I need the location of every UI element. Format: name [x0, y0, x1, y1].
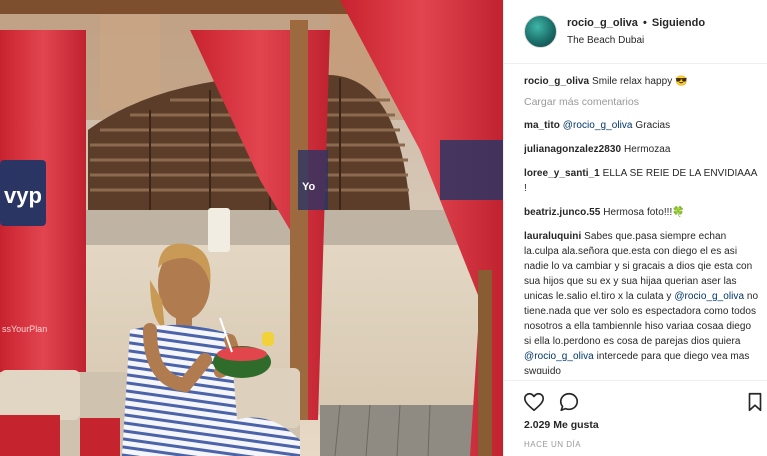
- avatar[interactable]: [524, 15, 557, 48]
- comment-mention[interactable]: @rocio_g_oliva: [524, 351, 594, 362]
- comment-text: Hermozaa: [623, 144, 671, 155]
- comment-item: ma_tito @rocio_g_oliva Gracias: [524, 118, 760, 133]
- caption-username[interactable]: rocio_g_oliva: [524, 76, 589, 87]
- header-separator: •: [642, 17, 647, 29]
- header-username[interactable]: rocio_g_oliva: [567, 17, 638, 29]
- follow-status-button[interactable]: Siguiendo: [652, 17, 705, 29]
- comment-username[interactable]: beatriz.junco.55: [524, 207, 600, 218]
- comment-item: julianagonzalez2830 Hermozaa: [524, 142, 760, 157]
- post-actions-bar: 2.029 Me gusta HACE UN DÍA: [504, 380, 767, 456]
- likes-count[interactable]: 2.029 Me gusta: [524, 419, 599, 431]
- comment-text: Gracias: [632, 120, 671, 131]
- caption: rocio_g_oliva Smile relax happy 😎: [524, 74, 760, 89]
- comment-username[interactable]: lauraluquini: [524, 231, 581, 242]
- comment-text: Hermosa foto!!!🍀: [603, 207, 685, 218]
- banner-slogan-text: ssYourPlan: [2, 324, 47, 334]
- load-more-comments-link[interactable]: Cargar más comentarios: [524, 96, 760, 108]
- post-side-panel: rocio_g_oliva • Siguiendo The Beach Duba…: [503, 0, 767, 456]
- header-user-line: rocio_g_oliva • Siguiendo: [567, 17, 705, 29]
- banner-brand-text: vyp: [4, 183, 42, 208]
- caption-text: Smile relax happy 😎: [591, 76, 688, 87]
- comment-username[interactable]: loree_y_santi_1: [524, 168, 600, 179]
- post-timestamp: HACE UN DÍA: [524, 440, 582, 449]
- left-red-banner: vyp ssYourPlan: [0, 30, 86, 375]
- location-link[interactable]: The Beach Dubai: [567, 35, 644, 46]
- comment-item: loree_y_santi_1 ELLA SE REIE DE LA ENVID…: [524, 166, 760, 196]
- comment-username[interactable]: julianagonzalez2830: [524, 144, 621, 155]
- post-photo[interactable]: vyp ssYourPlan Yo: [0, 0, 503, 456]
- curtain-brand-text: Yo: [302, 181, 316, 193]
- comment-item: beatriz.junco.55 Hermosa foto!!!🍀: [524, 205, 760, 220]
- bookmark-icon[interactable]: [744, 391, 766, 413]
- beach-scene-illustration: vyp ssYourPlan Yo: [0, 0, 503, 456]
- comment-username[interactable]: ma_tito: [524, 120, 560, 131]
- comment-icon[interactable]: [558, 391, 580, 413]
- comment-item: lauraluquini Sabes que.pasa siempre echa…: [524, 229, 760, 374]
- heart-icon[interactable]: [523, 391, 545, 413]
- comment-mention[interactable]: @rocio_g_oliva: [563, 120, 633, 131]
- comments-list[interactable]: rocio_g_oliva Smile relax happy 😎 Cargar…: [524, 74, 760, 374]
- post-header: rocio_g_oliva • Siguiendo The Beach Duba…: [504, 0, 767, 64]
- trash-bin: [208, 208, 230, 252]
- comment-mention[interactable]: @rocio_g_oliva: [674, 291, 744, 302]
